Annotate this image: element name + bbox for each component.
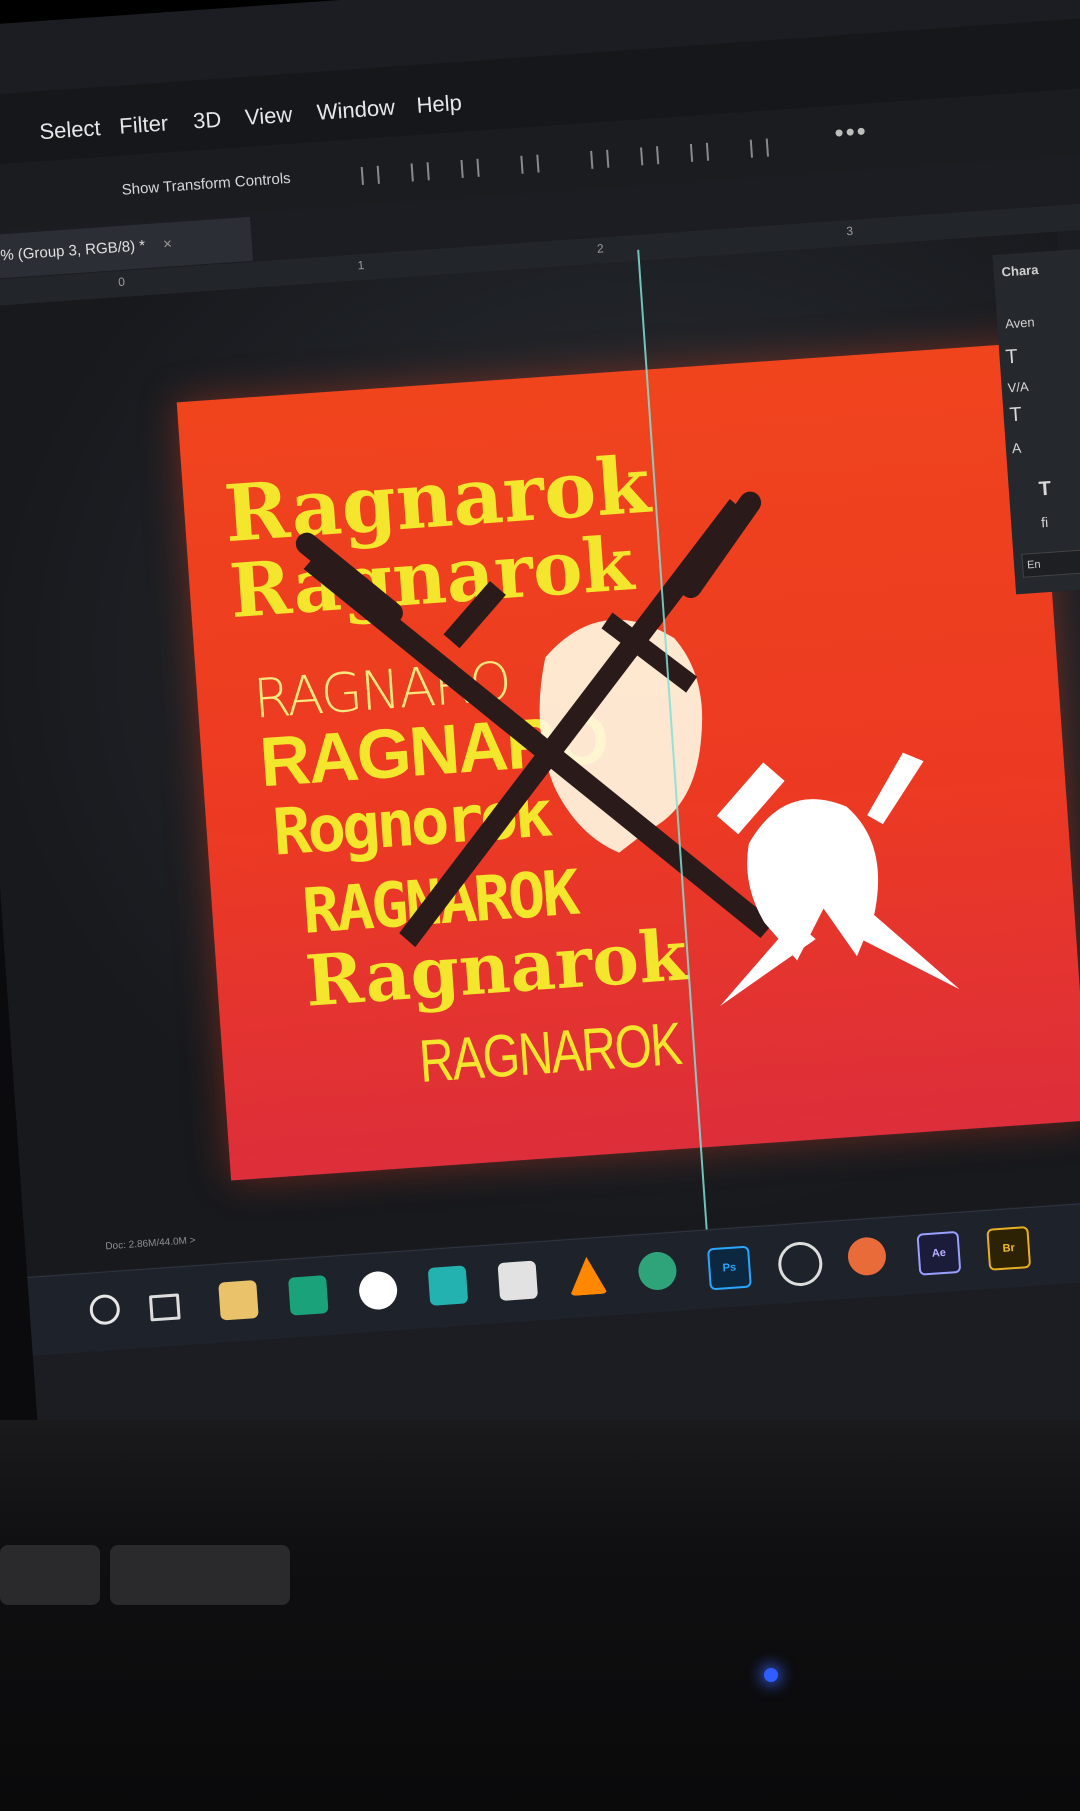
character-panel-title: Chara bbox=[1001, 261, 1039, 280]
artboard[interactable]: Ragnarok Ragnarok RAGNARO RAGNARO Rognor… bbox=[176, 249, 1080, 1248]
menu-item-window[interactable]: Window bbox=[316, 94, 396, 125]
document-tab-title: 0% (Group 3, RGB/8) * bbox=[0, 237, 146, 265]
distribute-vertical-icon[interactable] bbox=[749, 138, 769, 158]
ruler-tick: 3 bbox=[845, 223, 854, 239]
spartan-helmet-icon bbox=[716, 752, 960, 1006]
ruler-tick: 0 bbox=[117, 274, 126, 290]
menu-item-help[interactable]: Help bbox=[416, 90, 463, 119]
store-icon[interactable] bbox=[497, 1260, 539, 1302]
ruler-tick: 1 bbox=[357, 258, 365, 273]
laptop-hinge-center bbox=[110, 1545, 290, 1605]
after-effects-icon[interactable]: Ae bbox=[916, 1230, 962, 1276]
kerning-icon: V/A bbox=[1007, 378, 1030, 396]
menu-item-3d[interactable]: 3D bbox=[192, 107, 222, 135]
task-view-icon[interactable] bbox=[148, 1293, 181, 1322]
font-size-icon: T bbox=[1004, 345, 1019, 369]
bold-icon[interactable]: T bbox=[1038, 478, 1052, 502]
align-left-icon[interactable] bbox=[360, 165, 380, 185]
photoshop-icon[interactable]: Ps bbox=[707, 1245, 752, 1291]
vertical-scale-icon: T bbox=[1008, 403, 1023, 427]
laptop-hinge-left bbox=[0, 1545, 100, 1605]
ligature-icon[interactable]: fi bbox=[1041, 514, 1049, 530]
font-family-field[interactable]: Aven bbox=[1005, 314, 1035, 331]
media-player-icon[interactable] bbox=[288, 1275, 329, 1316]
close-icon[interactable]: × bbox=[163, 235, 173, 253]
mail-icon[interactable] bbox=[427, 1265, 469, 1306]
monitor-screen: e Select Filter 3D View Window Help Show… bbox=[0, 0, 1080, 1525]
menu-item-filter[interactable]: Filter bbox=[118, 110, 169, 139]
align-right-icon[interactable] bbox=[460, 158, 480, 178]
menu-item-select[interactable]: Select bbox=[39, 115, 102, 145]
artwork-graphics bbox=[295, 491, 960, 1006]
distribute-icon[interactable] bbox=[520, 154, 540, 174]
status-arrow-icon[interactable]: > bbox=[189, 1235, 196, 1246]
baseline-shift-icon: A bbox=[1011, 439, 1022, 457]
menu-item-view[interactable]: View bbox=[244, 102, 293, 131]
show-transform-controls-option[interactable]: Show Transform Controls bbox=[121, 170, 291, 199]
align-top-icon[interactable] bbox=[590, 149, 610, 169]
chrome-icon[interactable] bbox=[637, 1250, 678, 1292]
photo: e Select Filter 3D View Window Help Show… bbox=[0, 0, 1080, 1811]
laptop-body bbox=[0, 1420, 1080, 1811]
bridge-icon[interactable]: Br bbox=[986, 1226, 1032, 1271]
vlc-icon[interactable] bbox=[567, 1256, 608, 1297]
obs-icon[interactable] bbox=[776, 1240, 824, 1288]
chrome-icon[interactable] bbox=[846, 1236, 888, 1277]
more-options-icon[interactable]: ••• bbox=[833, 116, 868, 149]
power-led bbox=[764, 1668, 778, 1682]
language-select[interactable]: En bbox=[1021, 549, 1080, 578]
align-center-icon[interactable] bbox=[410, 162, 430, 182]
search-icon[interactable] bbox=[88, 1293, 121, 1326]
ruler-tick: 2 bbox=[596, 241, 605, 256]
menu-item-edit[interactable]: e bbox=[0, 122, 1, 149]
whatsapp-icon[interactable] bbox=[357, 1270, 399, 1311]
align-bottom-icon[interactable] bbox=[689, 142, 710, 162]
align-middle-icon[interactable] bbox=[640, 146, 660, 166]
file-explorer-icon[interactable] bbox=[218, 1279, 259, 1321]
